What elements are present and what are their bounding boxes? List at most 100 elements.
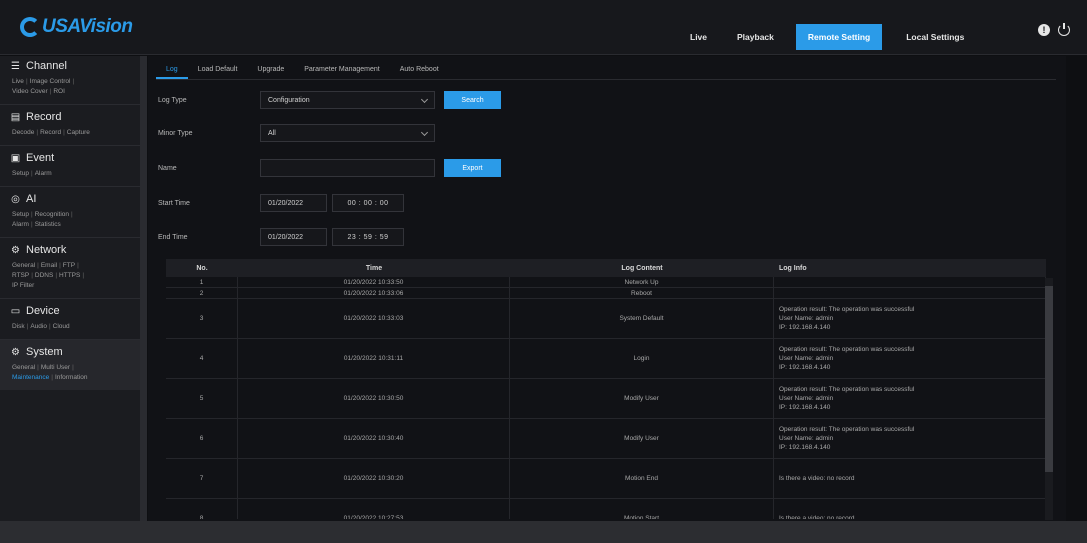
cell-log-content: System Default [510, 299, 774, 338]
cell-log-info: Operation result: The operation was succ… [774, 339, 1046, 378]
link-multi-user[interactable]: Multi User [41, 364, 70, 371]
link-alarm[interactable]: Alarm [35, 170, 52, 177]
minor-type-row: Minor Type All [158, 124, 435, 142]
tab-auto-reboot[interactable]: Auto Reboot [390, 66, 449, 79]
link-maintenance[interactable]: Maintenance [12, 374, 49, 381]
header-no: No. [196, 264, 208, 272]
logo-mark-icon [20, 17, 40, 37]
link-statistics[interactable]: Statistics [35, 221, 61, 228]
link-email[interactable]: Email [41, 262, 57, 269]
top-nav: Live Playback Remote Setting Local Setti… [690, 24, 994, 50]
table-scrollbar[interactable] [1045, 278, 1053, 520]
table-row[interactable]: 8 01/20/2022 10:27:53 Motion Start Is there… [166, 499, 1046, 519]
cell-log-content: Network Up [510, 277, 774, 287]
log-type-select[interactable]: Configuration [260, 91, 435, 109]
table-row[interactable]: 2 01/20/2022 10:33:06 Reboot [166, 288, 1046, 299]
sidebar-item-system[interactable]: ⚙ System [10, 346, 132, 358]
link-ftp[interactable]: FTP [63, 262, 75, 269]
link-recognition[interactable]: Recognition [35, 211, 69, 218]
log-info-line: User Name: admin [779, 435, 834, 442]
table-row[interactable]: 7 01/20/2022 10:30:20 Motion End Is there a… [166, 459, 1046, 499]
start-time-input[interactable]: 00 : 00 : 00 [332, 194, 404, 212]
link-live[interactable]: Live [12, 78, 24, 85]
cell-time: 01/20/2022 10:31:11 [238, 339, 510, 378]
nav-remote-setting[interactable]: Remote Setting [795, 24, 883, 50]
sidebar-item-record[interactable]: ▤ Record [10, 111, 132, 123]
link-general[interactable]: General [12, 262, 35, 269]
power-icon[interactable] [1058, 23, 1070, 36]
end-date-input[interactable]: 01/20/2022 [260, 228, 327, 246]
tab-log[interactable]: Log [156, 66, 188, 79]
log-info-line: User Name: admin [779, 315, 834, 322]
link-https[interactable]: HTTPS [59, 272, 80, 279]
table-row[interactable]: 5 01/20/2022 10:30:50 Modify User Operation… [166, 379, 1046, 419]
chevron-down-icon [420, 95, 429, 104]
cell-log-info: Operation result: The operation was succ… [774, 299, 1046, 338]
cell-no: 6 [166, 419, 238, 458]
log-type-label: Log Type [158, 96, 187, 104]
table-row[interactable]: 4 01/20/2022 10:31:11 Login Operation resul… [166, 339, 1046, 379]
export-button[interactable]: Export [444, 159, 501, 177]
link-setup[interactable]: Setup [12, 170, 29, 177]
link-roi[interactable]: ROI [53, 88, 65, 95]
link-ai-setup[interactable]: Setup [12, 211, 29, 218]
log-info-line: IP: 192.168.4.140 [779, 324, 831, 331]
end-time-input[interactable]: 23 : 59 : 59 [332, 228, 404, 246]
table-row[interactable]: 3 01/20/2022 10:33:03 System Default Operat… [166, 299, 1046, 339]
link-system-general[interactable]: General [12, 364, 35, 371]
sidebar-scrollbar[interactable] [140, 56, 147, 521]
start-date-input[interactable]: 01/20/2022 [260, 194, 327, 212]
log-info-line: Operation result: The operation was succ… [779, 346, 915, 353]
cell-log-content: Login [510, 339, 774, 378]
link-disk[interactable]: Disk [12, 323, 25, 330]
sidebar-group-ai: ◎ AI Setup | Recognition | Alarm | Statistics [0, 187, 140, 238]
minor-type-select[interactable]: All [260, 124, 435, 142]
cell-log-info [774, 288, 1046, 298]
tab-parameter-management[interactable]: Parameter Management [294, 66, 389, 79]
search-button[interactable]: Search [444, 91, 501, 109]
table-body: 1 01/20/2022 10:33:50 Network Up 2 01/20/202… [166, 277, 1046, 519]
link-cloud[interactable]: Cloud [53, 323, 70, 330]
link-information[interactable]: Information [55, 374, 88, 381]
link-record[interactable]: Record [40, 129, 61, 136]
link-rtsp[interactable]: RTSP [12, 272, 29, 279]
top-bar: USAVision Live Playback Remote Setting L… [0, 0, 1087, 55]
table-row[interactable]: 6 01/20/2022 10:30:40 Modify User Operation… [166, 419, 1046, 459]
table-header: No. Time Log Content Log Info [166, 259, 1046, 277]
name-input[interactable] [260, 159, 435, 177]
cell-time: 01/20/2022 10:33:06 [238, 288, 510, 298]
cell-log-info [774, 277, 1046, 287]
link-audio[interactable]: Audio [30, 323, 47, 330]
channel-links: Live | Image Control | Video Cover | ROI [12, 78, 75, 95]
link-ip-filter[interactable]: IP Filter [12, 282, 34, 289]
sidebar-group-channel: ☰ Channel Live | Image Control | Video Cove… [0, 56, 140, 105]
nav-local-settings[interactable]: Local Settings [906, 32, 964, 42]
header-time: Time [365, 264, 383, 272]
link-image-control[interactable]: Image Control [30, 78, 71, 85]
system-icon: ⚙ [11, 346, 20, 358]
network-icon: ⚙ [11, 244, 20, 256]
cell-log-content: Motion Start [510, 499, 774, 519]
table-row[interactable]: 1 01/20/2022 10:33:50 Network Up [166, 277, 1046, 288]
sidebar-item-ai[interactable]: ◎ AI [10, 193, 132, 205]
sidebar-item-channel[interactable]: ☰ Channel [10, 60, 132, 72]
link-capture[interactable]: Capture [67, 129, 90, 136]
nav-live[interactable]: Live [690, 32, 707, 42]
tab-load-default[interactable]: Load Default [188, 66, 248, 79]
link-ai-alarm[interactable]: Alarm [12, 221, 29, 228]
log-info-line: User Name: admin [779, 395, 834, 402]
sidebar-item-device[interactable]: ▭ Device [10, 305, 132, 317]
chevron-down-icon [420, 128, 429, 137]
link-decode[interactable]: Decode [12, 129, 34, 136]
log-info-line: Is there a video: no record [779, 475, 855, 482]
cell-time: 01/20/2022 10:30:50 [238, 379, 510, 418]
link-video-cover[interactable]: Video Cover [12, 88, 48, 95]
nav-playback[interactable]: Playback [737, 32, 774, 42]
cell-time: 01/20/2022 10:30:40 [238, 419, 510, 458]
sidebar-item-network[interactable]: ⚙ Network [10, 244, 132, 256]
sidebar-item-event[interactable]: ▣ Event [10, 152, 132, 164]
table-scrollbar-thumb[interactable] [1045, 286, 1053, 472]
info-icon[interactable]: ! [1038, 24, 1050, 36]
tab-upgrade[interactable]: Upgrade [247, 66, 294, 79]
link-ddns[interactable]: DDNS [35, 272, 53, 279]
